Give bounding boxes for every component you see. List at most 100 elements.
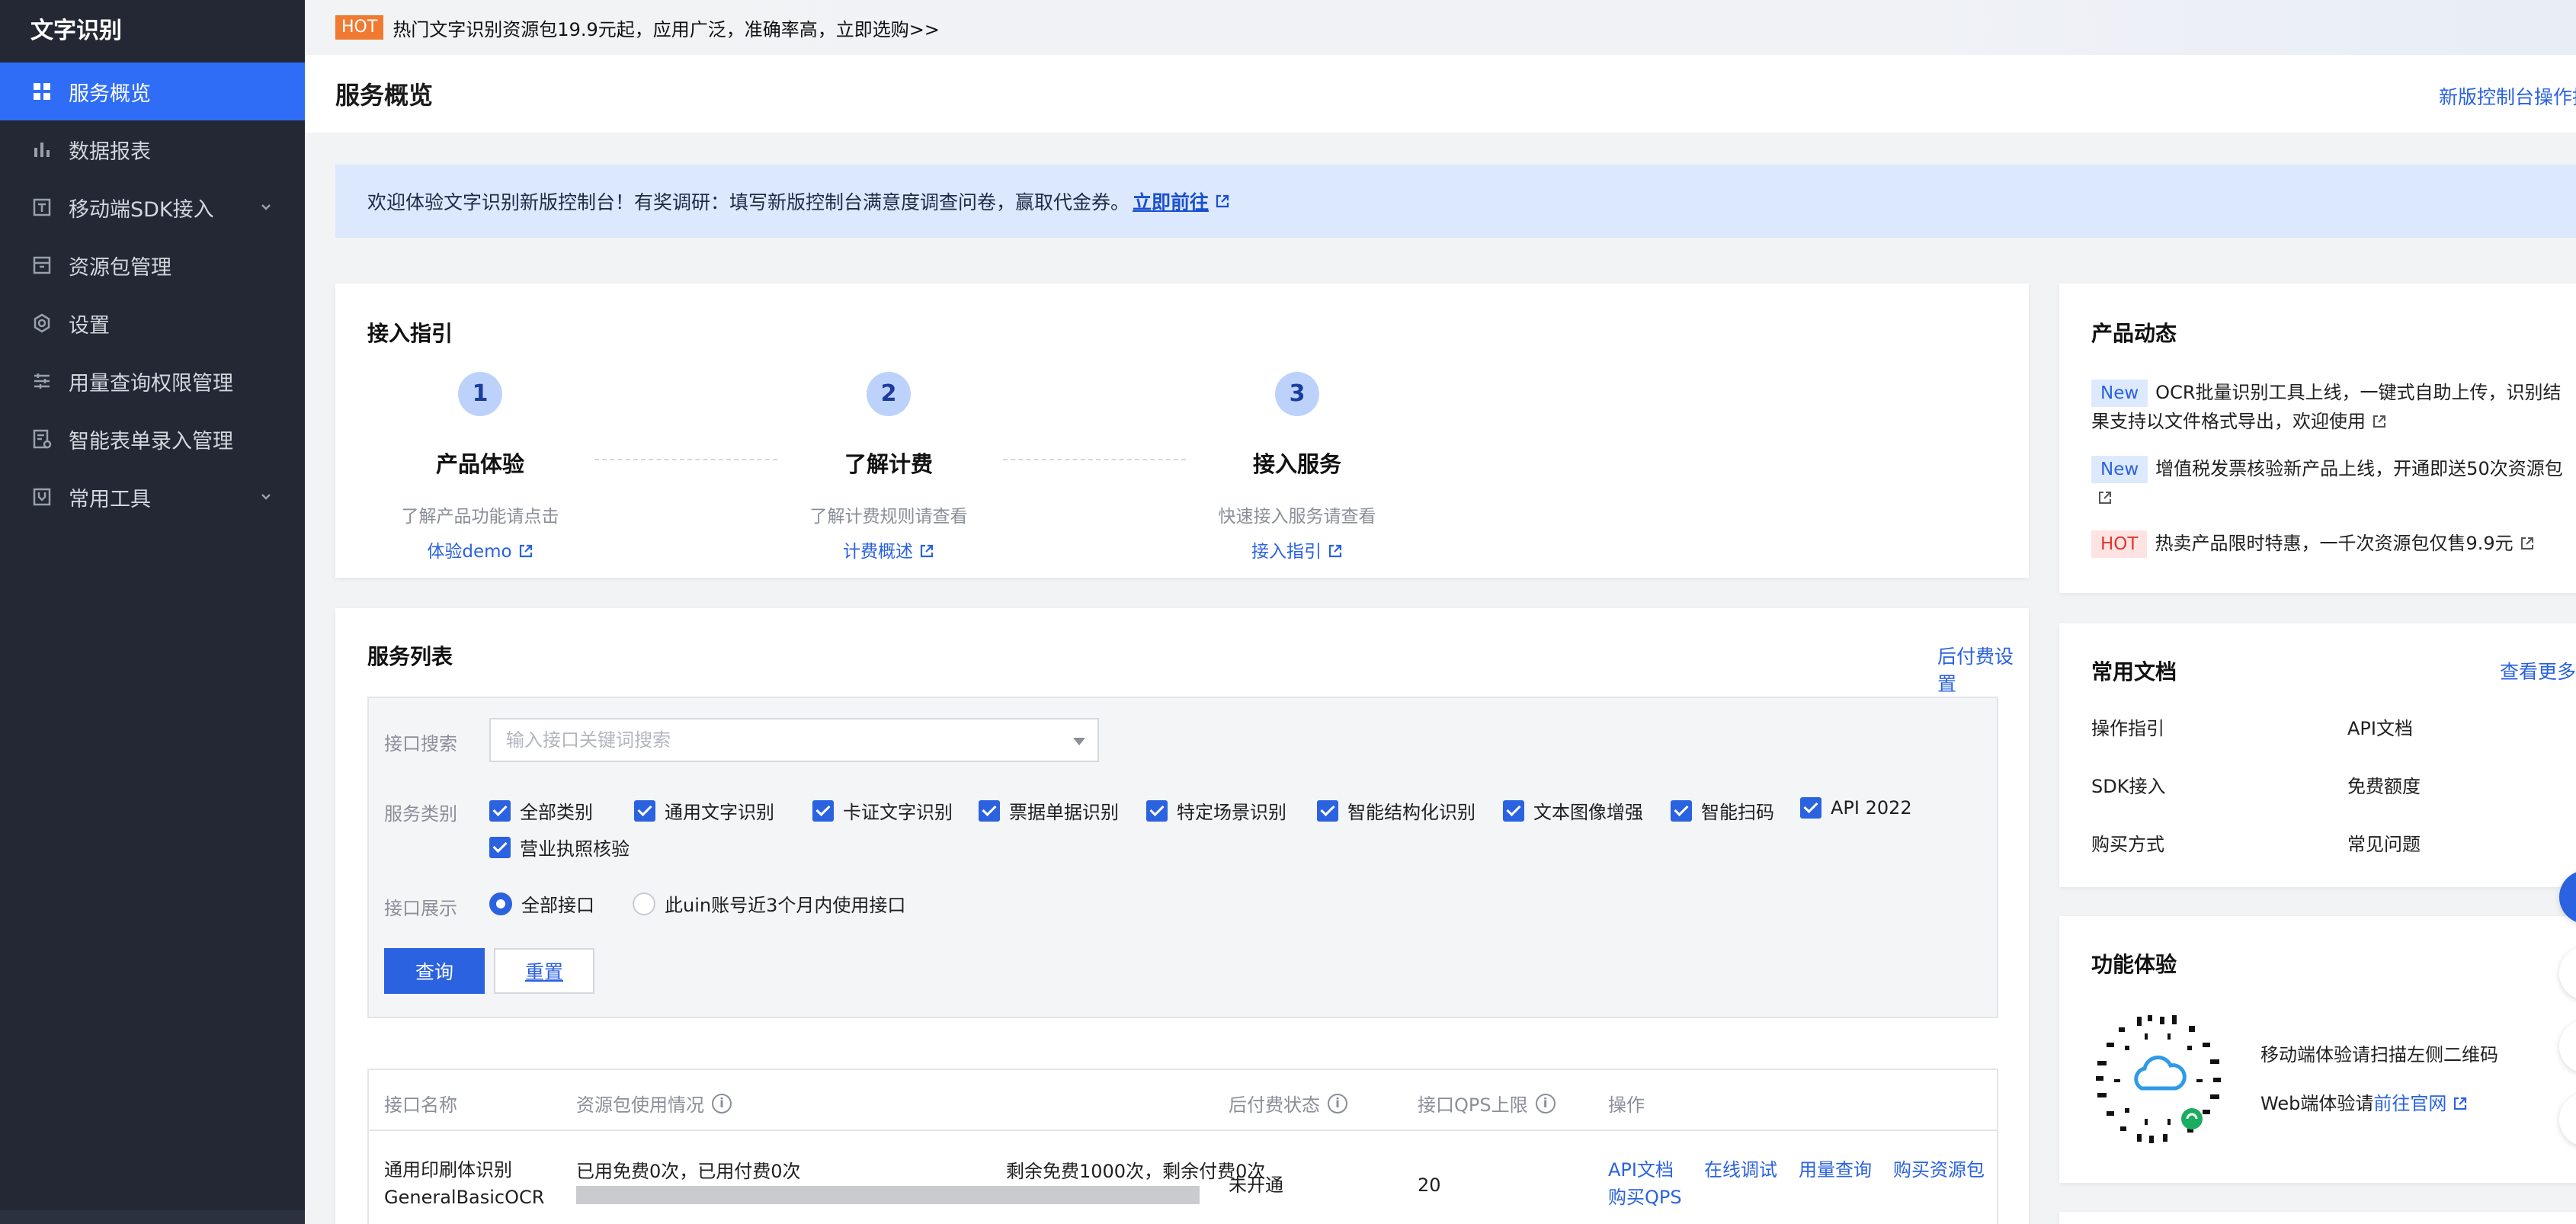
news-text[interactable]: 增值税发票核验新产品上线，开通即送50次资源包 — [2155, 458, 2563, 479]
sidebar-item-usage-permissions[interactable]: 用量查询权限管理 — [0, 352, 305, 410]
info-icon[interactable]: i — [712, 1093, 732, 1113]
doc-link[interactable]: 购买方式 — [2091, 829, 2164, 856]
step-desc: 快速接入服务请查看 — [1218, 507, 1376, 527]
service-list-card: 服务列表 后付费设置 接口搜索 输入接口关键词搜索 服务类别 全部类别 通用文字… — [335, 608, 2029, 1224]
sidebar-item-tools[interactable]: 常用工具 — [0, 468, 305, 526]
search-input[interactable]: 输入接口关键词搜索 — [489, 718, 1099, 762]
news-item[interactable]: New OCR批量识别工具上线，一键式自助上传，识别结果支持以文件格式导出，欢迎使… — [2091, 378, 2576, 436]
external-link-icon — [2373, 415, 2385, 428]
external-link-icon — [920, 544, 934, 558]
external-link-icon — [519, 544, 532, 558]
column-header-text: 接口QPS上限 — [1418, 1094, 1528, 1116]
radio-selected-icon[interactable] — [489, 892, 512, 915]
checkbox-checked-icon[interactable] — [1146, 799, 1168, 822]
mobile-experience-text: 移动端体验请扫描左侧二维码 — [2260, 1044, 2498, 1065]
checkbox-checked-icon[interactable] — [1800, 797, 1821, 819]
action-online-debug[interactable]: 在线调试 — [1704, 1157, 1777, 1183]
doc-link[interactable]: 常见问题 — [2347, 829, 2421, 856]
news-text[interactable]: OCR批量识别工具上线，一键式自助上传，识别结果支持以文件格式导出，欢迎使用 — [2091, 382, 2562, 432]
postpay-settings-link[interactable]: 后付费设置 — [1937, 642, 2029, 697]
doc-link[interactable]: SDK接入 — [2091, 771, 2165, 798]
new-console-guide-link[interactable]: 新版控制台操作指 — [2439, 82, 2576, 110]
official-site-link[interactable]: 前往官网 — [2373, 1093, 2446, 1114]
checkbox-checked-icon[interactable] — [979, 799, 1000, 822]
step-number: 1 — [458, 372, 502, 416]
promo-text[interactable]: 热门文字识别资源包19.9元起，应用广泛，准确率高，立即选购>> — [392, 14, 940, 41]
promo-banner[interactable]: HOT 热门文字识别资源包19.9元起，应用广泛，准确率高，立即选购>> — [305, 0, 2576, 55]
step-link-text[interactable]: 计费概述 — [843, 542, 913, 562]
sidebar-item-settings[interactable]: 设置 — [0, 294, 305, 352]
column-header: 接口名称 — [384, 1090, 457, 1117]
sidebar-item-overview[interactable]: 服务概览 — [0, 62, 305, 120]
sidebar-scrollbar[interactable] — [0, 1210, 305, 1224]
step-link-text[interactable]: 接入指引 — [1251, 542, 1322, 562]
display-radio-recent[interactable]: 此uin账号近3个月内使用接口 — [633, 890, 905, 917]
sidebar-item-label: 数据报表 — [69, 139, 151, 164]
info-icon[interactable]: i — [1328, 1093, 1347, 1113]
step-desc: 了解计费规则请查看 — [809, 507, 968, 527]
notice-link[interactable]: 立即前往 — [1133, 187, 1209, 215]
category-checkbox[interactable]: 特定场景识别 — [1146, 797, 1286, 824]
action-api-docs[interactable]: API文档 — [1608, 1157, 1674, 1183]
action-buy-package[interactable]: 购买资源包 — [1893, 1157, 1985, 1183]
checkbox-checked-icon[interactable] — [634, 799, 655, 822]
service-list-title: 服务列表 — [367, 644, 453, 669]
doc-link[interactable]: API文档 — [2347, 713, 2413, 740]
category-checkbox[interactable]: 营业执照核验 — [489, 834, 630, 860]
checkbox-checked-icon[interactable] — [1317, 799, 1338, 822]
checkbox-label: 票据单据识别 — [1009, 802, 1119, 823]
qr-code-icon — [2094, 1015, 2222, 1143]
column-header-text: 资源包使用情况 — [576, 1094, 704, 1116]
category-checkbox[interactable]: 通用文字识别 — [634, 797, 774, 824]
checkbox-checked-icon[interactable] — [489, 836, 511, 858]
sidebar-item-label: 服务概览 — [69, 82, 151, 106]
external-link-icon[interactable] — [1215, 194, 1230, 209]
sidebar-item-sdk[interactable]: 移动端SDK接入 — [0, 178, 305, 236]
news-item[interactable]: New 增值税发票核验新产品上线，开通即送50次资源包 — [2091, 454, 2576, 512]
radio-unselected-icon[interactable] — [633, 892, 655, 915]
external-link-icon[interactable] — [2453, 1096, 2468, 1111]
service-table: 接口名称 资源包使用情况 i 后付费状态 i 接口QPS上限 i 操作 通用印刷体识别… — [367, 1069, 1998, 1224]
page-header: 服务概览 新版控制台操作指 — [305, 55, 2576, 133]
category-checkbox[interactable]: 智能扫码 — [1671, 797, 1774, 824]
sidebar-item-reports[interactable]: 数据报表 — [0, 120, 305, 178]
checkbox-checked-icon[interactable] — [1671, 799, 1692, 822]
category-checkbox[interactable]: 全部类别 — [489, 797, 593, 824]
hot-badge: HOT — [2091, 530, 2148, 558]
action-usage-query[interactable]: 用量查询 — [1799, 1157, 1872, 1183]
query-button[interactable]: 查询 — [384, 948, 485, 994]
external-link-icon — [2520, 537, 2533, 550]
sidebar-item-packages[interactable]: 资源包管理 — [0, 236, 305, 294]
postpay-status: 未开通 — [1229, 1174, 1283, 1196]
news-item[interactable]: HOT 热卖产品限时特惠，一千次资源包仅售9.9元 — [2091, 529, 2576, 558]
category-checkbox[interactable]: 卡证文字识别 — [812, 797, 953, 824]
news-text[interactable]: 热卖产品限时特惠，一千次资源包仅售9.9元 — [2155, 533, 2513, 554]
step-link[interactable]: 计费概述 — [782, 537, 995, 562]
info-icon[interactable]: i — [1535, 1093, 1556, 1113]
step-link[interactable]: 体验demo — [373, 537, 587, 562]
sidebar-item-smart-form[interactable]: 智能表单录入管理 — [0, 410, 305, 468]
checkbox-label: 智能扫码 — [1701, 802, 1774, 823]
doc-link[interactable]: 免费额度 — [2347, 771, 2421, 798]
checkbox-checked-icon[interactable] — [1503, 799, 1524, 822]
common-docs-card: 常用文档 查看更多 操作指引 API文档 SDK接入 免费额度 购买方式 常见问… — [2059, 623, 2576, 887]
filter-panel: 接口搜索 输入接口关键词搜索 服务类别 全部类别 通用文字识别 卡证文字识别 票… — [367, 697, 1998, 1018]
guide-step: 2 了解计费 了解计费规则请查看 计费概述 — [782, 372, 995, 562]
action-buy-qps[interactable]: 购买QPS — [1608, 1184, 1682, 1210]
checkbox-checked-icon[interactable] — [812, 799, 834, 822]
reset-button[interactable]: 重置 — [494, 948, 594, 994]
sidebar-item-label: 资源包管理 — [69, 255, 171, 280]
category-checkbox[interactable]: 票据单据识别 — [979, 797, 1119, 824]
doc-link[interactable]: 操作指引 — [2091, 713, 2164, 740]
new-badge: New — [2091, 380, 2148, 407]
category-checkbox[interactable]: 智能结构化识别 — [1317, 797, 1475, 824]
category-checkbox[interactable]: 文本图像增强 — [1503, 797, 1643, 824]
step-link-text[interactable]: 体验demo — [427, 542, 511, 562]
radio-label: 此uin账号近3个月内使用接口 — [665, 895, 906, 916]
view-more-link[interactable]: 查看更多 — [2500, 657, 2576, 684]
step-link[interactable]: 接入指引 — [1190, 537, 1404, 562]
display-radio-all[interactable]: 全部接口 — [489, 890, 594, 917]
table-header: 接口名称 资源包使用情况 i 后付费状态 i 接口QPS上限 i 操作 — [369, 1070, 1997, 1131]
category-checkbox[interactable]: API 2022 — [1800, 797, 1912, 819]
checkbox-checked-icon[interactable] — [489, 799, 511, 822]
